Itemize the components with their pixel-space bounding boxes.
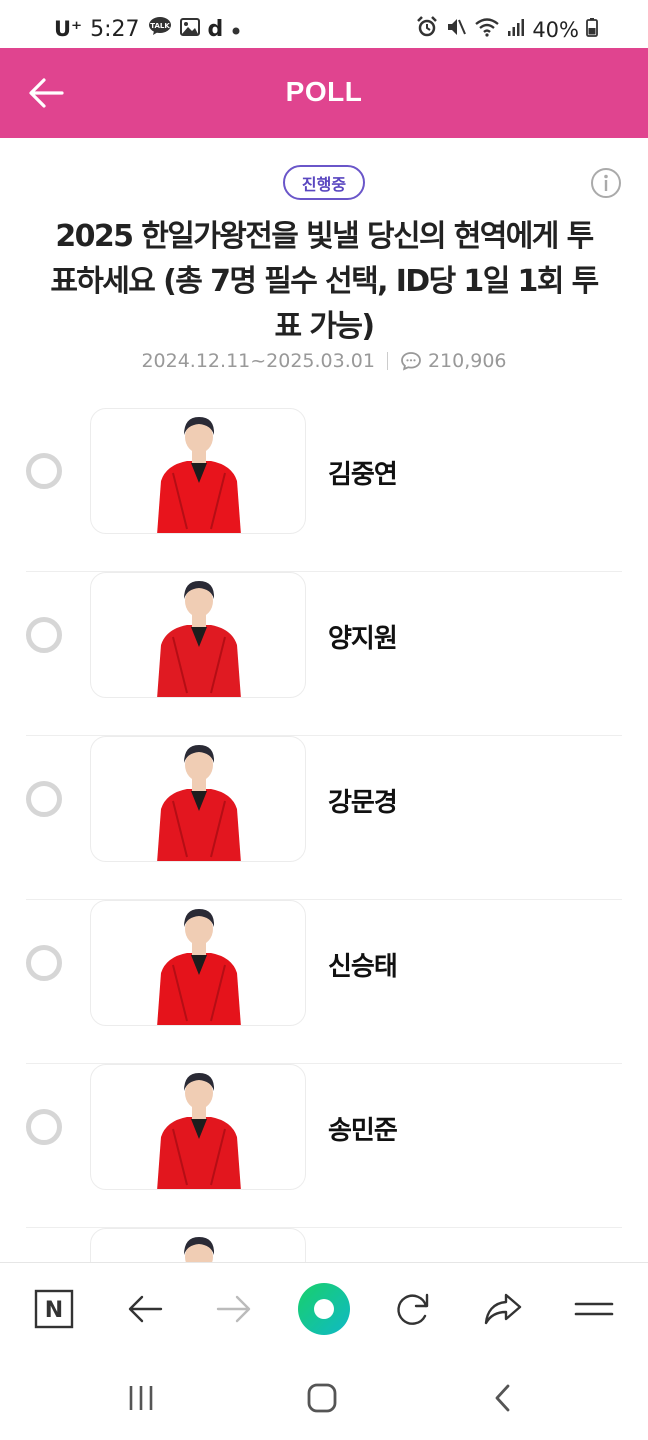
kakaotalk-icon: TALK [148,16,172,42]
battery-label: 40% [532,17,579,42]
candidate-name: 김중연 [328,460,398,490]
candidate-row[interactable]: 강문경 [26,736,622,900]
clock: 5:27 [90,16,140,42]
carrier-label: U⁺ [54,17,83,41]
comment-icon [401,352,421,371]
menu-icon [574,1302,614,1316]
candidate-radio[interactable] [26,453,62,489]
candidate-row[interactable]: 송민준 [26,1064,622,1228]
menu-button[interactable] [566,1281,622,1337]
candidate-row[interactable]: 신승태 [26,900,622,1064]
wifi-icon [474,16,500,43]
info-button[interactable] [590,167,622,199]
recent-apps-button[interactable] [116,1378,166,1418]
back-arrow-icon [128,1295,163,1323]
naver-home-button[interactable]: N [26,1281,82,1337]
candidate-name: 양지원 [328,624,398,654]
meta-divider [386,352,388,370]
candidate-radio[interactable] [26,1109,62,1145]
refresh-button[interactable] [385,1281,441,1337]
candidate-row[interactable]: 양지원 [26,572,622,736]
candidate-photo [90,408,306,534]
info-icon [591,168,621,198]
home-button[interactable] [297,1378,347,1418]
green-dot-button[interactable] [296,1281,352,1337]
status-left: U⁺ 5:27 TALK d [54,16,241,42]
browser-forward-button[interactable] [206,1281,262,1337]
candidate-photo [90,900,306,1026]
candidate-name: 강문경 [328,788,398,818]
alarm-icon [416,16,438,43]
comment-count-link[interactable]: 210,906 [400,350,507,372]
refresh-icon [397,1293,429,1325]
share-button[interactable] [475,1281,531,1337]
d-icon: d [207,16,224,42]
android-nav-bar [0,1354,648,1440]
status-right: 40% [416,16,598,43]
signal-icon [507,17,525,42]
candidate-name: 송민준 [328,1116,398,1146]
candidate-radio[interactable] [26,617,62,653]
candidate-name: 신승태 [328,952,398,982]
candidate-row[interactable]: 김중연 [26,408,622,572]
poll-title: 2025 한일가왕전을 빛낼 당신의 현역에게 투표하세요 (총 7명 필수 선… [50,219,599,344]
naver-home-icon: N [34,1289,74,1329]
candidate-radio[interactable] [26,781,62,817]
comment-count: 210,906 [427,350,507,372]
green-dot-icon [298,1283,350,1335]
forward-arrow-icon [216,1295,251,1323]
candidate-photo [90,572,306,698]
share-icon [484,1293,522,1325]
candidate-radio[interactable] [26,945,62,981]
browser-toolbar: N [0,1262,648,1354]
status-badge: 진행중 [283,165,365,200]
back-icon [495,1384,510,1412]
recent-apps-icon [129,1386,153,1410]
candidate-photo [90,736,306,862]
mute-icon [445,16,467,43]
dot-icon [231,17,241,42]
gallery-icon [179,17,200,42]
naver-home-label: N [45,1298,63,1323]
poll-meta: 2024.12.11~2025.03.01 210,906 [0,350,648,372]
battery-icon [586,17,598,42]
system-back-button[interactable] [478,1378,528,1418]
app-header: POLL [0,48,648,138]
status-bar: U⁺ 5:27 TALK d 40% [0,0,648,48]
browser-back-button[interactable] [117,1281,173,1337]
poll-period: 2024.12.11~2025.03.01 [141,350,375,372]
candidate-photo [90,1064,306,1190]
page-title: POLL [285,76,363,107]
kakao-label: TALK [150,22,170,30]
home-icon [307,1383,337,1413]
